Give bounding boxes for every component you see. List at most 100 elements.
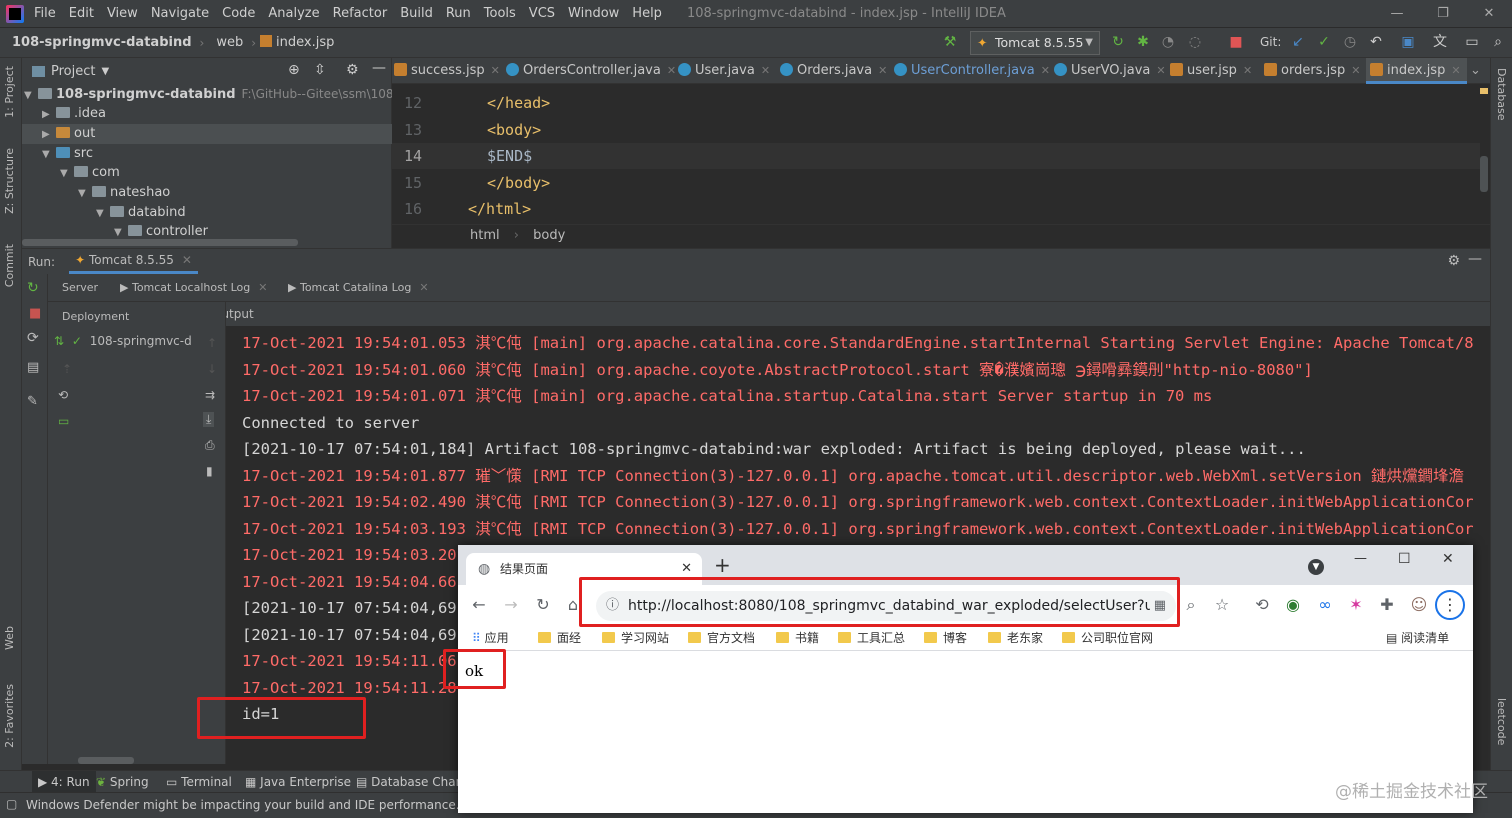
bookmark-folder[interactable]: 公司职位官网 [1062, 625, 1153, 651]
expand-arrow-icon[interactable]: ▼ [60, 164, 72, 184]
deployment-item[interactable]: ⇅ ✓ 108-springmvc-d [54, 334, 192, 348]
bookmark-folder[interactable]: 面经 [538, 625, 581, 651]
close-tab-icon[interactable]: ✕ [182, 253, 192, 267]
java-enterprise-tool-button[interactable]: ▦ Java Enterprise [245, 771, 351, 793]
expand-arrow-icon[interactable]: ▶ [42, 125, 54, 145]
back-arrow-icon[interactable]: ← [468, 596, 490, 614]
tab-tomcat-localhost-log[interactable]: ▶ Tomcat Localhost Log ✕ [120, 281, 267, 294]
breadcrumb-body[interactable]: body [533, 228, 565, 243]
extension-globe-icon[interactable]: ◉ [1282, 596, 1304, 614]
tab-orders-java[interactable]: Orders.java ✕ [780, 58, 887, 84]
code-editor[interactable]: 12 13 14 15 16 </head> <body> $END$ </bo… [392, 84, 1490, 246]
collapse-all-icon[interactable]: ⇳ [314, 62, 326, 78]
rerun-icon[interactable]: ↻ [1110, 34, 1126, 50]
new-tab-button[interactable]: + [714, 555, 731, 575]
expand-arrow-icon[interactable]: ▼ [42, 145, 54, 165]
menu-kebab-icon[interactable]: ⋮ [1435, 590, 1465, 620]
breadcrumb-file[interactable]: index.jsp [260, 35, 334, 50]
tree-item-databind[interactable]: ▼ databind [96, 203, 186, 223]
bookmark-folder[interactable]: 工具汇总 [838, 625, 905, 651]
tab-success-jsp[interactable]: success.jsp ✕ [394, 58, 500, 84]
tab-user-java[interactable]: User.java ✕ [678, 58, 770, 84]
refresh-icon[interactable]: ⟲ [58, 388, 68, 402]
browser-close-button[interactable]: ✕ [1442, 551, 1454, 567]
terminal-tool-button[interactable]: ▭ Terminal [166, 771, 232, 793]
menu-view[interactable]: View [107, 6, 138, 21]
close-tab-icon[interactable]: ✕ [761, 64, 770, 77]
expand-arrow-icon[interactable]: ▼ [78, 184, 90, 204]
structure-tool-label[interactable]: Z: Structure [3, 148, 16, 214]
update-icon[interactable]: ⟳ [27, 330, 39, 346]
tab-usercontroller-java[interactable]: UserController.java ✕ [894, 58, 1050, 84]
tree-item-com[interactable]: ▼ com [60, 163, 120, 183]
bookmark-folder[interactable]: 博客 [924, 625, 967, 651]
tab-uservo-java[interactable]: UserVO.java ✕ [1054, 58, 1166, 84]
layout-icon[interactable]: ▤ [27, 360, 39, 375]
hide-icon[interactable]: — [372, 60, 386, 76]
menu-refactor[interactable]: Refactor [333, 6, 388, 21]
menu-edit[interactable]: Edit [69, 6, 94, 21]
menu-help[interactable]: Help [632, 6, 662, 21]
bookmark-apps[interactable]: ⠿ 应用 [472, 625, 509, 651]
soft-wrap-icon[interactable]: ⇉ [205, 388, 215, 402]
horizontal-scrollbar[interactable] [78, 757, 134, 764]
project-panel-title[interactable]: Project [51, 64, 95, 79]
close-button[interactable]: ✕ [1466, 0, 1512, 28]
tab-search-icon[interactable]: ▼ [1308, 559, 1324, 575]
breadcrumb-web[interactable]: web [216, 35, 243, 50]
tree-item-project-root[interactable]: ▼ 108-springmvc-databind F:\GitHub--Gitee\… [24, 84, 420, 104]
translate-icon[interactable]: 文 [1432, 34, 1448, 50]
database-tool-label[interactable]: Database [1495, 68, 1508, 121]
locate-icon[interactable]: ⊕ [288, 62, 300, 78]
presentation-icon[interactable]: ▭ [1464, 34, 1480, 50]
forward-arrow-icon[interactable]: → [500, 596, 522, 614]
tab-orders-jsp[interactable]: orders.jsp ✕ [1264, 58, 1360, 84]
git-commit-icon[interactable]: ✓ [1316, 34, 1332, 50]
pin-icon[interactable]: ✎ [27, 394, 38, 409]
restore-button[interactable]: ❐ [1420, 0, 1466, 28]
tab-user-jsp[interactable]: user.jsp ✕ [1170, 58, 1252, 84]
close-tab-icon[interactable]: ✕ [1041, 64, 1050, 77]
profile-icon[interactable]: ◌ [1187, 34, 1203, 50]
bookmark-star-icon[interactable]: ☆ [1211, 596, 1233, 614]
bookmark-folder[interactable]: 老东家 [988, 625, 1043, 651]
down-arrow-icon[interactable]: ↓ [207, 362, 217, 376]
tree-item-idea[interactable]: ▶ .idea [42, 104, 106, 124]
close-tab-icon[interactable]: ✕ [878, 64, 887, 77]
tree-item-src[interactable]: ▼ src [42, 144, 93, 164]
commit-tool-label[interactable]: Commit [3, 244, 16, 287]
scroll-to-end-icon[interactable]: ⤓ [203, 412, 215, 427]
chevron-down-icon[interactable]: ▼ [101, 66, 109, 77]
close-tab-icon[interactable]: ✕ [491, 64, 500, 77]
stop-icon[interactable]: ■ [29, 306, 41, 321]
print-icon[interactable]: ⎙ [205, 438, 215, 453]
close-tab-icon[interactable]: ✕ [1351, 64, 1360, 77]
gear-icon[interactable]: ⚙ [1447, 253, 1460, 269]
deploy-all-icon[interactable]: ▭ [58, 414, 69, 428]
expand-arrow-icon[interactable]: ▼ [96, 204, 108, 224]
bookmark-folder[interactable]: 学习网站 [602, 625, 669, 651]
expand-arrow-icon[interactable]: ▼ [24, 86, 36, 106]
project-structure-icon[interactable]: ▣ [1400, 34, 1416, 50]
extensions-puzzle-icon[interactable]: ✚ [1376, 596, 1398, 614]
menu-run[interactable]: Run [446, 6, 471, 21]
run-tool-button[interactable]: ▶ 4: Run [32, 771, 96, 793]
breadcrumb-project[interactable]: 108-springmvc-databind [12, 35, 192, 50]
close-tab-icon[interactable]: ✕ [667, 64, 676, 77]
breadcrumb-html[interactable]: html [470, 228, 500, 243]
search-icon[interactable]: ⌕ [1490, 34, 1506, 50]
rollback-icon[interactable]: ↶ [1368, 34, 1384, 50]
zoom-icon[interactable]: ⌕ [1180, 596, 1202, 614]
stop-icon[interactable]: ■ [1228, 34, 1244, 50]
minimize-button[interactable]: — [1374, 0, 1420, 28]
rerun-icon[interactable]: ↻ [27, 280, 39, 296]
close-tab-icon[interactable]: ✕ [1451, 64, 1460, 77]
browser-maximize-button[interactable]: ☐ [1398, 551, 1411, 567]
menu-vcs[interactable]: VCS [529, 6, 555, 21]
trash-icon[interactable]: ▮ [206, 464, 213, 478]
menu-tools[interactable]: Tools [484, 6, 516, 21]
gear-icon[interactable]: ⚙ [346, 62, 359, 78]
up-arrow-icon[interactable]: ↑ [207, 336, 217, 350]
run-configuration-select[interactable]: ✦ Tomcat 8.5.55 ▼ [970, 31, 1100, 55]
build-hammer-icon[interactable]: ⚒ [942, 34, 958, 50]
